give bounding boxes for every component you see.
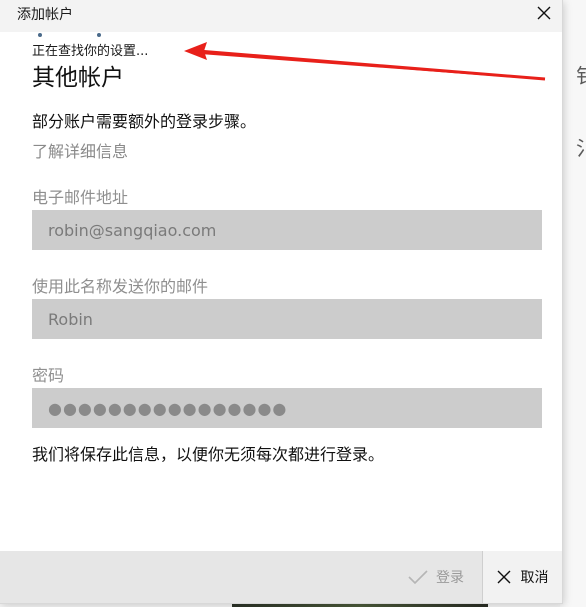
password-field[interactable]: ●●●●●●●●●●●●●●●● [32,388,542,428]
close-icon [497,570,510,584]
email-label: 电子邮件地址 [32,188,129,207]
cancel-label: 取消 [520,570,549,586]
cancel-button[interactable]: 取消 [482,551,562,603]
loading-dot [97,33,101,37]
title-bar: 添加帐户 [0,0,562,32]
login-label: 登录 [436,570,464,586]
close-icon [537,6,551,20]
password-label: 密码 [32,366,65,385]
email-field[interactable]: robin@sangqiao.com [32,210,542,250]
add-account-dialog: 添加帐户 正在查找你的设置... 其他帐户 部分账户需要额外的登录步骤。 了解详… [0,0,562,603]
background-app [560,0,586,607]
dialog-footer: 登录 取消 [0,551,562,603]
checkmark-icon [408,570,428,585]
page-title: 其他帐户 [32,65,124,91]
background-text: 氵 [576,132,586,161]
loading-dot [38,33,42,37]
save-info-note: 我们将保存此信息，以便你无须每次都进行登录。 [32,445,385,464]
dialog-title: 添加帐户 [17,7,73,23]
close-button[interactable] [526,0,562,26]
display-name-label: 使用此名称发送你的邮件 [32,277,209,296]
learn-more-link[interactable]: 了解详细信息 [32,138,128,162]
background-text: 钅 [576,60,586,89]
status-message: 正在查找你的设置... [32,44,149,59]
description: 部分账户需要额外的登录步骤。 [32,112,257,131]
display-name-field[interactable]: Robin [32,299,542,339]
login-button[interactable]: 登录 [392,551,480,603]
